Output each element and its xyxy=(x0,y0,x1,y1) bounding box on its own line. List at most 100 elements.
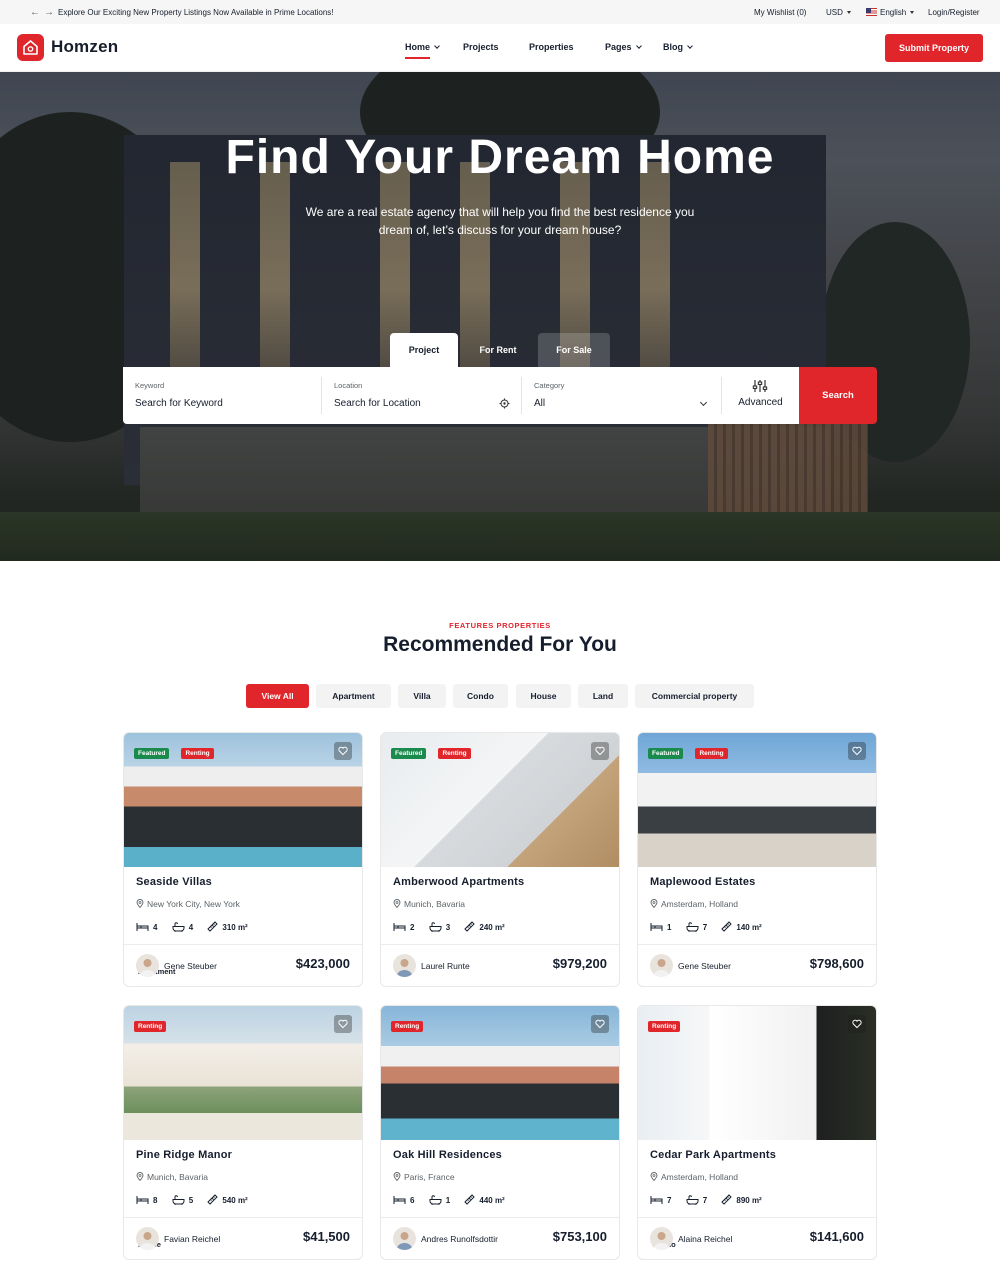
property-name[interactable]: Pine Ridge Manor xyxy=(136,1149,232,1161)
bedrooms: 7 xyxy=(650,1195,671,1205)
wishlist-heart-button[interactable] xyxy=(334,742,352,760)
keyword-input[interactable]: Search for Keyword xyxy=(135,398,223,409)
us-flag-icon xyxy=(866,8,877,16)
property-badges: Renting xyxy=(134,1015,168,1033)
person-icon xyxy=(139,959,156,977)
location-input[interactable]: Search for Location xyxy=(334,398,421,409)
property-card[interactable]: FeaturedRenting Apartment Seaside Villas… xyxy=(123,732,363,987)
filter-commercial[interactable]: Commercial property xyxy=(635,684,754,708)
agent-avatar[interactable] xyxy=(650,1227,673,1250)
announcement-arrows[interactable]: ←→ xyxy=(30,7,58,18)
property-price: $141,600 xyxy=(809,1229,864,1244)
property-name[interactable]: Oak Hill Residences xyxy=(393,1149,502,1161)
bed-icon xyxy=(393,1196,406,1204)
bathroom-count: 1 xyxy=(445,1196,451,1205)
property-name[interactable]: Maplewood Estates xyxy=(650,876,755,888)
wishlist-heart-button[interactable] xyxy=(848,1015,866,1033)
wishlist-heart-button[interactable] xyxy=(591,742,609,760)
property-address: Paris, France xyxy=(393,1172,455,1182)
agent-avatar[interactable] xyxy=(136,1227,159,1250)
filter-view-all[interactable]: View All xyxy=(246,684,309,708)
main-header: Homzen Home Projects Properties Pages Bl… xyxy=(0,24,1000,72)
advanced-label: Advanced xyxy=(738,397,783,408)
search-button[interactable]: Search xyxy=(799,367,877,424)
tab-for-rent[interactable]: For Rent xyxy=(464,333,532,367)
property-card[interactable]: Renting Villa Oak Hill Residences Paris,… xyxy=(380,1005,620,1260)
filter-house[interactable]: House xyxy=(516,684,571,708)
agent-avatar[interactable] xyxy=(650,954,673,977)
nav-blog-label: Blog xyxy=(663,42,683,52)
currency-select[interactable]: USD xyxy=(826,8,851,17)
bathrooms: 5 xyxy=(172,1195,193,1206)
map-pin-icon xyxy=(650,1172,658,1182)
agent-name[interactable]: Laurel Runte xyxy=(421,961,470,971)
tab-project[interactable]: Project xyxy=(390,333,458,367)
keyword-field[interactable]: Keyword Search for Keyword xyxy=(123,367,322,424)
bathrooms: 3 xyxy=(429,922,450,933)
agent-name[interactable]: Favian Reichel xyxy=(164,1234,220,1244)
property-card[interactable]: Renting Condo Cedar Park Apartments Amst… xyxy=(637,1005,877,1260)
agent-name[interactable]: Gene Steuber xyxy=(164,961,217,971)
filter-land[interactable]: Land xyxy=(578,684,628,708)
login-register-link[interactable]: Login/Register xyxy=(928,8,980,17)
nav-blog[interactable]: Blog xyxy=(663,42,693,52)
bedroom-count: 7 xyxy=(667,1196,672,1205)
property-card[interactable]: FeaturedRenting Villa Amberwood Apartmen… xyxy=(380,732,620,987)
property-price: $41,500 xyxy=(303,1229,350,1244)
bed-icon xyxy=(136,1196,149,1204)
currency-value: USD xyxy=(826,8,843,17)
filter-apartment[interactable]: Apartment xyxy=(316,684,391,708)
logo-icon[interactable] xyxy=(17,34,44,61)
nav-pages-label: Pages xyxy=(605,42,632,52)
advanced-search-button[interactable]: Advanced xyxy=(722,367,799,424)
bedrooms: 8 xyxy=(136,1195,157,1205)
property-card[interactable]: FeaturedRenting Villa Maplewood Estates … xyxy=(637,732,877,987)
property-name[interactable]: Seaside Villas xyxy=(136,876,212,888)
property-address: Amsterdam, Holland xyxy=(650,899,738,909)
wishlist-heart-button[interactable] xyxy=(848,742,866,760)
filter-condo[interactable]: Condo xyxy=(453,684,508,708)
property-address: Munich, Bavaria xyxy=(136,1172,208,1182)
agent-name[interactable]: Gene Steuber xyxy=(678,961,731,971)
nav-properties[interactable]: Properties xyxy=(529,42,574,52)
agent-avatar[interactable] xyxy=(393,1227,416,1250)
tab-for-sale[interactable]: For Sale xyxy=(538,333,610,367)
area: 140 m² xyxy=(721,921,762,932)
person-icon xyxy=(653,959,670,977)
filter-villa[interactable]: Villa xyxy=(398,684,446,708)
agent-name[interactable]: Andres Runolfsdottir xyxy=(421,1234,498,1244)
property-features: 4 4 310 m² xyxy=(136,921,260,933)
crosshair-icon[interactable] xyxy=(499,398,510,409)
bed-icon xyxy=(650,1196,663,1204)
nav-projects[interactable]: Projects xyxy=(463,42,499,52)
property-name[interactable]: Cedar Park Apartments xyxy=(650,1149,776,1161)
agent-name[interactable]: Alaina Reichel xyxy=(678,1234,732,1244)
submit-property-button[interactable]: Submit Property xyxy=(885,34,983,62)
property-name[interactable]: Amberwood Apartments xyxy=(393,876,524,888)
category-filters: View All Apartment Villa Condo House Lan… xyxy=(0,684,1000,708)
category-select[interactable]: Category All xyxy=(522,367,722,424)
bathroom-count: 7 xyxy=(702,923,708,932)
wishlist-link[interactable]: My Wishlist (0) xyxy=(754,8,806,17)
wishlist-heart-button[interactable] xyxy=(591,1015,609,1033)
nav-pages[interactable]: Pages xyxy=(605,42,642,52)
arrow-left-icon[interactable]: ← xyxy=(30,7,44,18)
renting-badge: Renting xyxy=(134,1021,167,1032)
chevron-down-icon xyxy=(434,43,440,49)
agent-avatar[interactable] xyxy=(136,954,159,977)
wishlist-heart-button[interactable] xyxy=(334,1015,352,1033)
logo-text[interactable]: Homzen xyxy=(51,37,118,57)
arrow-right-icon[interactable]: → xyxy=(44,7,58,18)
property-card[interactable]: Renting House Pine Ridge Manor Munich, B… xyxy=(123,1005,363,1260)
language-value: English xyxy=(880,8,907,17)
location-field[interactable]: Location Search for Location xyxy=(322,367,522,424)
property-location: Munich, Bavaria xyxy=(404,899,465,909)
renting-badge: Renting xyxy=(648,1021,681,1032)
renting-badge: Renting xyxy=(181,748,214,759)
language-select[interactable]: English xyxy=(866,8,915,17)
agent-avatar[interactable] xyxy=(393,954,416,977)
nav-home[interactable]: Home xyxy=(405,42,440,59)
map-pin-icon xyxy=(136,899,144,909)
property-address: New York City, New York xyxy=(136,899,240,909)
bedroom-count: 8 xyxy=(153,1196,158,1205)
